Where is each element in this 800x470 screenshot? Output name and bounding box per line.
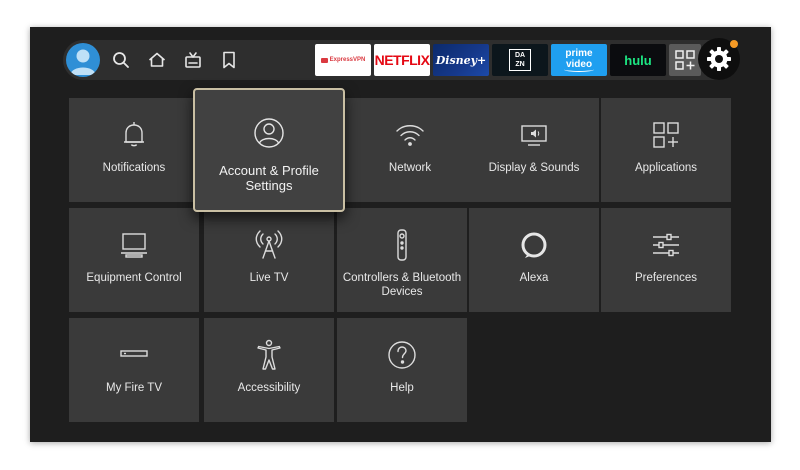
home-icon[interactable] <box>145 48 169 72</box>
alexa-icon <box>517 228 551 262</box>
settings-gear-button[interactable] <box>698 38 740 80</box>
tile-accessibility[interactable]: Accessibility <box>204 318 334 422</box>
top-nav-bar: ExpressVPN NETFLIX Disney+ DA ZN prime v… <box>63 38 740 80</box>
tile-live-tv[interactable]: Live TV <box>204 208 334 312</box>
gear-icon <box>707 47 731 71</box>
tile-network[interactable]: Network <box>345 98 475 202</box>
dazn-app-tile[interactable]: DA ZN <box>492 44 548 76</box>
tile-display-sounds[interactable]: Display & Sounds <box>469 98 599 202</box>
search-icon[interactable] <box>109 48 133 72</box>
tv-screen: ExpressVPN NETFLIX Disney+ DA ZN prime v… <box>30 27 771 442</box>
wifi-icon <box>393 118 427 152</box>
hulu-app-tile[interactable]: hulu <box>610 44 666 76</box>
tile-notifications[interactable]: Notifications <box>69 98 199 202</box>
monitor-icon <box>117 228 151 262</box>
fire-tv-stick-icon <box>117 338 151 372</box>
tile-account-profile-settings[interactable]: Account & Profile Settings <box>193 88 345 212</box>
disney-plus-app-tile[interactable]: Disney+ <box>433 44 489 76</box>
bookmark-icon[interactable] <box>217 48 241 72</box>
tile-equipment-control[interactable]: Equipment Control <box>69 208 199 312</box>
tile-controllers-bluetooth[interactable]: Controllers & Bluetooth Devices <box>337 208 467 312</box>
profile-icon <box>252 116 286 150</box>
bell-icon <box>117 118 151 152</box>
prime-smile-icon <box>564 67 594 72</box>
display-sound-icon <box>517 118 551 152</box>
apps-grid-icon <box>649 118 683 152</box>
tile-help[interactable]: Help <box>337 318 467 422</box>
tile-applications[interactable]: Applications <box>601 98 731 202</box>
help-icon <box>385 338 419 372</box>
accessibility-icon <box>252 338 286 372</box>
dazn-logo: DA ZN <box>509 49 531 71</box>
sliders-icon <box>649 228 683 262</box>
live-tv-icon[interactable] <box>181 48 205 72</box>
antenna-icon <box>252 228 286 262</box>
tile-preferences[interactable]: Preferences <box>601 208 731 312</box>
tile-alexa[interactable]: Alexa <box>469 208 599 312</box>
all-apps-button[interactable] <box>669 44 701 76</box>
tile-my-fire-tv[interactable]: My Fire TV <box>69 318 199 422</box>
notification-dot <box>730 40 738 48</box>
expressvpn-logo-icon <box>320 57 328 63</box>
prime-video-app-tile[interactable]: prime video <box>551 44 607 76</box>
netflix-app-tile[interactable]: NETFLIX <box>374 44 430 76</box>
apps-grid-icon <box>675 50 695 70</box>
remote-icon <box>385 228 419 262</box>
profile-avatar[interactable] <box>66 43 100 77</box>
expressvpn-app-tile[interactable]: ExpressVPN <box>315 44 371 76</box>
